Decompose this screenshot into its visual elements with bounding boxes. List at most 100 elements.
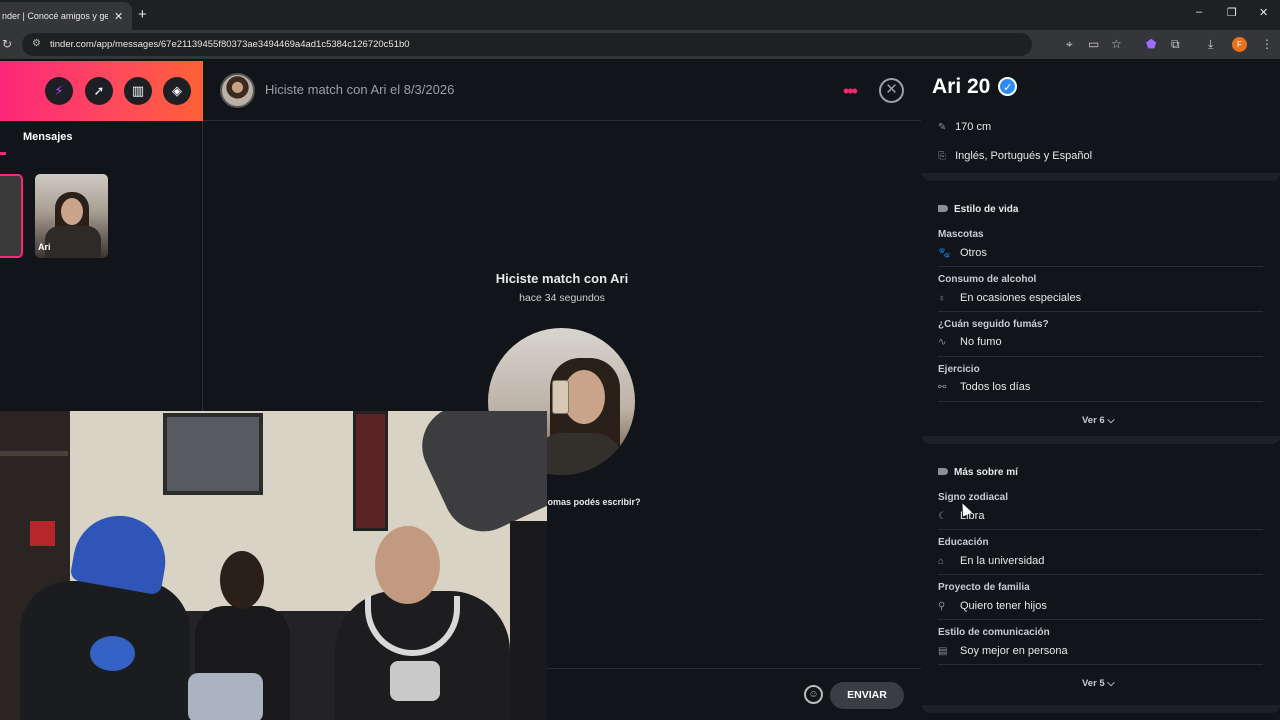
lifestyle-title-text: Estilo de vida <box>954 204 1019 215</box>
tab-title: nder | Conocé amigos y gente <box>2 11 108 21</box>
sidebar-header: ⚡ ➚ ▥ ◈ <box>0 61 203 121</box>
chat-bubble-icon: ▤ <box>938 646 948 657</box>
tab-matches-indicator[interactable] <box>0 152 6 155</box>
exercise-text: Todos los días <box>960 381 1031 393</box>
webcam-overlay <box>0 411 547 720</box>
row-divider <box>938 574 1263 575</box>
verified-badge-icon: ✓ <box>998 77 1018 96</box>
row-divider <box>938 356 1263 357</box>
emoji-icon[interactable]: ☺ <box>804 685 823 704</box>
tab-close-icon[interactable]: ✕ <box>114 10 123 23</box>
person-3-head <box>375 526 440 604</box>
url-text: tinder.com/app/messages/67e21139455f8037… <box>50 39 410 50</box>
communication-text: Soy mejor en persona <box>960 645 1068 657</box>
explore-icon[interactable]: ➚ <box>85 77 113 105</box>
match-card-likes[interactable] <box>0 174 23 258</box>
chat-header-title: Hiciste match con Ari el 8/3/2026 <box>265 82 455 97</box>
address-bar[interactable]: ⚙ tinder.com/app/messages/67e21139455f80… <box>22 33 1032 56</box>
cam-tv <box>163 413 263 495</box>
profile-panel: Ari 20 ✓ ✎ 170 cm ⎘ Inglés, Portugués y … <box>922 61 1280 720</box>
pets-value: 🐾 Otros <box>938 247 987 259</box>
extensions-icon[interactable]: ⧉ <box>1171 37 1180 52</box>
person-3-shirt-logo <box>390 661 440 701</box>
communication-label: Estilo de comunicación <box>938 627 1050 638</box>
reload-icon[interactable]: ↻ <box>2 37 12 51</box>
location-icon[interactable]: ⌖ <box>1066 37 1073 52</box>
cam-red-object <box>30 521 55 546</box>
site-info-icon[interactable]: ⚙ <box>32 38 41 49</box>
row-divider <box>938 311 1263 312</box>
pets-text: Otros <box>960 247 987 259</box>
about-title-text: Más sobre mí <box>954 467 1018 478</box>
extension-shield-icon[interactable]: ⬟ <box>1146 37 1156 51</box>
ruler-icon: ✎ <box>938 122 947 133</box>
chat-header: Hiciste match con Ari el 8/3/2026 ••• ✕ <box>203 61 921 121</box>
match-photo-face <box>61 198 83 225</box>
close-chat-icon[interactable]: ✕ <box>879 78 904 103</box>
menu-icon[interactable]: ⋮ <box>1261 37 1273 51</box>
communication-value: ▤ Soy mejor en persona <box>938 645 1068 657</box>
person-2-head <box>220 551 264 609</box>
lifestyle-title: Estilo de vida <box>938 204 1018 215</box>
download-icon[interactable]: ⤓ <box>1208 37 1213 52</box>
about-see-more-button[interactable]: Ver 5 ⌵ <box>1082 678 1115 689</box>
smoke-icon: ∿ <box>938 337 947 348</box>
height-row: ✎ 170 cm <box>938 121 991 133</box>
row-divider <box>938 664 1263 665</box>
cast-icon[interactable]: ▭ <box>1088 37 1099 51</box>
section-divider <box>922 436 1280 444</box>
browser-tab[interactable]: nder | Conocé amigos y gente ✕ <box>0 2 132 30</box>
photo-phone <box>552 380 569 414</box>
match-card[interactable]: Ari <box>35 174 108 258</box>
height-value: 170 cm <box>955 121 992 133</box>
glass-icon: ♁ <box>938 293 946 304</box>
alcohol-text: En ocasiones especiales <box>960 292 1082 304</box>
languages-value: Inglés, Portugués y Español <box>955 150 1093 162</box>
safety-shield-icon[interactable]: ◈ <box>163 77 191 105</box>
languages-row: ⎘ Inglés, Portugués y Español <box>938 150 1092 162</box>
pets-label: Mascotas <box>938 229 984 240</box>
match-photo-body <box>45 226 101 258</box>
maximize-button[interactable]: ❐ <box>1227 6 1237 19</box>
minimize-button[interactable]: – <box>1196 6 1202 18</box>
sidebar-tabs: Mensajes <box>0 121 203 155</box>
profile-name: Ari 20 ✓ <box>932 75 1018 99</box>
send-button[interactable]: ENVIAR <box>830 682 904 709</box>
work-icon[interactable]: ▥ <box>124 77 152 105</box>
window-close-button[interactable]: ✕ <box>1259 6 1268 19</box>
match-avatar[interactable] <box>220 73 255 108</box>
boost-icon[interactable]: ⚡ <box>45 77 73 105</box>
tag-icon <box>938 468 948 475</box>
smoking-text: No fumo <box>960 336 1002 348</box>
stroller-icon: ⚲ <box>938 601 946 612</box>
smoking-label: ¿Cuán seguido fumás? <box>938 319 1049 330</box>
more-options-icon[interactable]: ••• <box>843 81 858 102</box>
zodiac-label: Signo zodiacal <box>938 492 1009 503</box>
cam-poster <box>353 411 388 531</box>
profile-avatar[interactable]: F <box>1232 37 1247 52</box>
smoking-value: ∿ No fumo <box>938 336 1002 348</box>
row-divider <box>938 619 1263 620</box>
about-title: Más sobre mí <box>938 467 1018 478</box>
dumbbell-icon: ⚯ <box>938 382 947 393</box>
alcohol-value: ♁ En ocasiones especiales <box>938 292 1081 304</box>
new-tab-button[interactable]: + <box>138 6 147 23</box>
person-1-shirt-print <box>90 636 135 671</box>
profile-name-age: Ari 20 <box>932 75 991 98</box>
moon-icon: ☾ <box>938 511 947 522</box>
match-name: Ari <box>38 242 51 252</box>
lifestyle-see-more-button[interactable]: Ver 6 ⌵ <box>1082 415 1115 426</box>
match-announcement: Hiciste match con Ari <box>495 271 629 286</box>
graduation-cap-icon: ⌂ <box>938 556 945 567</box>
education-value: ⌂ En la universidad <box>938 555 1044 567</box>
language-icon: ⎘ <box>938 151 946 162</box>
family-label: Proyecto de familia <box>938 582 1030 593</box>
cam-shelf <box>0 451 68 456</box>
exercise-value: ⚯ Todos los días <box>938 381 1030 393</box>
paw-icon: 🐾 <box>938 248 951 259</box>
language-hint: iomas podés escribir? <box>545 497 641 507</box>
person-4-shoulder <box>510 521 547 720</box>
section-divider <box>922 173 1280 181</box>
tab-messages[interactable]: Mensajes <box>23 131 73 143</box>
bookmark-star-icon[interactable]: ☆ <box>1111 37 1122 51</box>
